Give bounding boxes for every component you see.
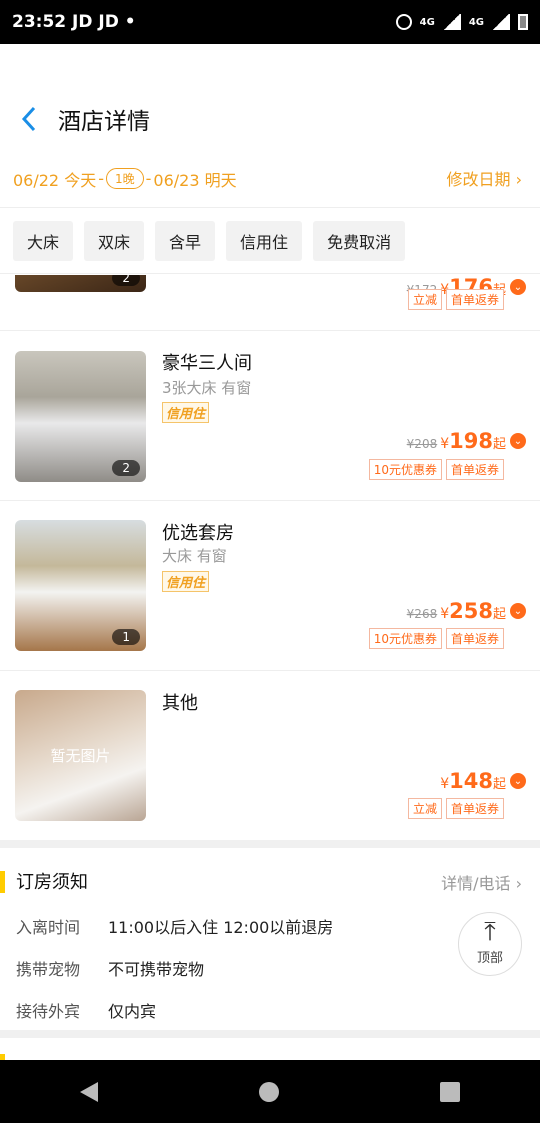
tag: 首单返券 [445, 289, 504, 310]
nights-badge: 1晚 [105, 168, 144, 189]
tag: 首单返券 [445, 459, 504, 480]
currency-symbol: ¥ [440, 776, 450, 792]
back-button[interactable] [18, 104, 42, 134]
notice-value: 仅内宾 [108, 1002, 157, 1021]
alarm-icon [395, 14, 412, 30]
date-separator: - [98, 169, 104, 188]
status-bar: 23:52 JD JD • 4G 4G [0, 0, 540, 44]
chevron-right-icon: › [515, 874, 522, 893]
section-accent [0, 871, 5, 893]
currency-symbol: ¥ [440, 436, 450, 452]
price-suffix: 起 [492, 777, 506, 792]
tag: 10元优惠券 [368, 459, 442, 480]
room-photo[interactable]: 2 [15, 351, 146, 482]
status-carrier: JD JD • [72, 12, 136, 32]
network-label-1: 4G [419, 16, 435, 28]
tag: 10元优惠券 [368, 628, 442, 649]
currency-symbol: ¥ [440, 606, 450, 622]
app-header: 酒店详情 [0, 44, 540, 150]
photo-count-badge: 2 [112, 460, 140, 476]
notice-value: 不可携带宠物 [108, 960, 205, 979]
room-photo[interactable]: 1 [15, 520, 146, 651]
room-photo[interactable]: 2 [15, 275, 146, 292]
signal-icon [442, 14, 461, 30]
battery-icon [518, 14, 528, 30]
room-tags: 10元优惠券 首单返券 [368, 628, 504, 649]
filter-chip-free-cancel[interactable]: 免费取消 [313, 220, 406, 261]
back-to-top-label: 顶部 [476, 951, 503, 966]
expand-icon[interactable]: ⌄ [510, 279, 526, 295]
filter-chip-credit[interactable]: 信用住 [226, 220, 303, 261]
room-price: ¥208 ¥ 198 起 ⌄ [407, 429, 526, 453]
current-price: 258 [449, 599, 493, 623]
checkout-date: 06/23 明天 [153, 170, 237, 190]
next-section [0, 1030, 540, 1060]
modify-date-label: 修改日期 [446, 170, 511, 189]
room-name: 其他 [162, 693, 198, 714]
no-photo-label: 暂无图片 [50, 747, 111, 765]
room-item[interactable]: 2 豪华三人间 3张大床 有窗 信用住 ¥208 ¥ 198 起 ⌄ 10元优惠… [0, 331, 540, 501]
current-price: 198 [449, 429, 493, 453]
signal-icon-2 [492, 14, 510, 30]
nav-back-icon[interactable] [80, 1081, 99, 1102]
chevron-right-icon: › [515, 170, 522, 189]
price-suffix: 起 [492, 607, 506, 622]
notice-link-label: 详情/电话 [441, 874, 511, 893]
room-name: 优选套房 [162, 523, 234, 544]
nav-recents-icon[interactable] [439, 1081, 460, 1102]
tag: 首单返券 [445, 798, 504, 819]
room-tags: 10元优惠券 首单返券 [368, 459, 504, 480]
filter-chip-breakfast[interactable]: 含早 [155, 220, 216, 261]
room-desc: 大床 有窗 [162, 547, 227, 565]
arrow-up-icon: ⤒ [484, 917, 496, 947]
original-price: ¥268 [406, 607, 438, 621]
notice-label: 携带宠物 [16, 960, 81, 979]
nav-home-icon[interactable] [258, 1081, 279, 1102]
room-name: 豪华三人间 [162, 353, 252, 374]
filter-chip-twin[interactable]: 双床 [84, 220, 145, 261]
filter-chip-bigbed[interactable]: 大床 [13, 220, 74, 261]
back-to-top-button[interactable]: ⤒ 顶部 [458, 912, 522, 976]
checkin-date: 06/22 今天 [13, 170, 97, 190]
modify-date-button[interactable]: 修改日期 › [446, 166, 522, 190]
booking-notice: 订房须知 详情/电话 › 入离时间 11:00以后入住 12:00以前退房 携带… [0, 840, 540, 1030]
tag: 首单返券 [445, 628, 504, 649]
room-price: ¥ 148 起 ⌄ [440, 769, 526, 793]
tag: 立减 [407, 289, 442, 310]
room-item[interactable]: 暂无图片 其他 ¥ 148 起 ⌄ 立减 首单返券 [0, 671, 540, 840]
room-tags: 立减 首单返券 [407, 289, 504, 310]
room-list[interactable]: 2 ¥172 ¥ 176 起 ⌄ 立减 首单返券 2 豪华三人间 3张大床 有窗… [0, 275, 540, 840]
notice-detail-link[interactable]: 详情/电话 › [441, 870, 522, 894]
expand-icon[interactable]: ⌄ [510, 603, 526, 619]
expand-icon[interactable]: ⌄ [510, 773, 526, 789]
credit-badge: 信用住 [162, 571, 210, 592]
room-photo-placeholder[interactable]: 暂无图片 [15, 690, 146, 821]
date-separator-2: - [145, 169, 152, 188]
credit-badge: 信用住 [162, 402, 210, 423]
back-arrow-icon [21, 106, 36, 132]
notice-label: 入离时间 [16, 918, 81, 937]
page-title: 酒店详情 [58, 109, 150, 135]
room-price: ¥268 ¥ 258 起 ⌄ [407, 599, 526, 623]
photo-count-badge: 1 [112, 629, 140, 645]
room-item[interactable]: 2 ¥172 ¥ 176 起 ⌄ 立减 首单返券 [0, 275, 540, 331]
room-tags: 立减 首单返券 [407, 798, 504, 819]
notice-value: 11:00以后入住 12:00以前退房 [108, 918, 334, 937]
current-price: 148 [449, 769, 493, 793]
expand-icon[interactable]: ⌄ [510, 433, 526, 449]
network-label-2: 4G [468, 16, 484, 28]
status-time: 23:52 [12, 12, 67, 32]
notice-label: 接待外宾 [16, 1002, 81, 1021]
system-nav-bar [0, 1060, 540, 1123]
notice-title: 订房须知 [16, 872, 88, 893]
filter-bar: 大床 双床 含早 信用住 免费取消 [0, 208, 540, 274]
original-price: ¥208 [406, 437, 438, 451]
tag: 立减 [407, 798, 442, 819]
date-bar[interactable]: 06/22 今天 - 1晚 - 06/23 明天 修改日期 › [0, 150, 540, 208]
room-item[interactable]: 1 优选套房 大床 有窗 信用住 ¥268 ¥ 258 起 ⌄ 10元优惠券 首… [0, 501, 540, 671]
room-desc: 3张大床 有窗 [162, 379, 252, 397]
price-suffix: 起 [492, 437, 506, 452]
photo-count-badge: 2 [112, 275, 140, 286]
